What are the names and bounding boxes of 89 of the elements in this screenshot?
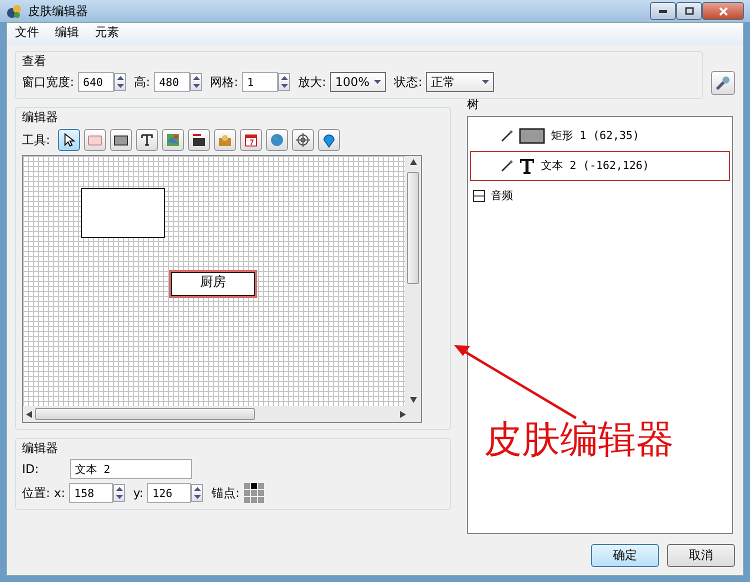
minimize-button[interactable] bbox=[650, 2, 676, 20]
spin-button[interactable] bbox=[190, 73, 202, 92]
rectangle-element[interactable] bbox=[81, 188, 165, 238]
grid-field[interactable]: 1 bbox=[242, 72, 278, 92]
group-title: 树 bbox=[467, 97, 480, 112]
pin-tool[interactable] bbox=[318, 128, 340, 151]
height-field[interactable]: 480 bbox=[154, 72, 190, 92]
field-label: 位置: bbox=[22, 486, 50, 500]
state-dropdown[interactable]: 正常 bbox=[426, 72, 494, 92]
up-arrow-icon bbox=[192, 76, 200, 80]
maximize-button[interactable] bbox=[676, 2, 702, 20]
settings-button[interactable] bbox=[711, 71, 735, 96]
scroll-right-icon bbox=[400, 410, 406, 418]
down-arrow-icon bbox=[192, 84, 200, 88]
brush-icon bbox=[501, 160, 513, 172]
down-arrow-icon bbox=[280, 84, 288, 88]
rectangle-icon bbox=[519, 128, 545, 144]
up-arrow-icon bbox=[280, 76, 288, 80]
target-tool[interactable] bbox=[292, 128, 314, 151]
caret-icon bbox=[374, 80, 382, 84]
tree-item[interactable]: 矩形 1 (62,35) bbox=[470, 120, 730, 151]
menu-item[interactable]: 编辑 bbox=[55, 25, 79, 43]
up-arrow-icon bbox=[116, 487, 123, 492]
spin-button[interactable] bbox=[278, 73, 290, 92]
scroll-left-icon bbox=[26, 410, 32, 418]
wrench-icon bbox=[715, 75, 731, 92]
tree-item[interactable]: 文本 2 (-162,126) bbox=[470, 150, 730, 181]
field-label: 锚点: bbox=[211, 486, 240, 500]
down-arrow-icon bbox=[116, 495, 123, 500]
horizontal-scrollbar[interactable] bbox=[23, 406, 421, 422]
collapse-icon[interactable] bbox=[473, 190, 485, 202]
width-field[interactable]: 640 bbox=[78, 72, 114, 92]
up-arrow-icon bbox=[194, 487, 201, 492]
cancel-button[interactable]: 取消 bbox=[667, 544, 735, 567]
group-title: 编辑器 bbox=[22, 440, 59, 456]
image-icon bbox=[165, 132, 182, 148]
field-label: 高: bbox=[134, 75, 150, 90]
spin-button[interactable] bbox=[113, 484, 126, 502]
pointer-tool[interactable] bbox=[58, 128, 80, 151]
close-icon bbox=[718, 6, 728, 16]
text-icon bbox=[139, 132, 156, 148]
y-field[interactable]: 126 bbox=[147, 483, 192, 504]
field-label: y: bbox=[133, 486, 144, 500]
picture-tool[interactable] bbox=[188, 128, 210, 151]
field-label: 窗口宽度: bbox=[22, 75, 74, 90]
field-label: 网格: bbox=[210, 75, 238, 90]
menu-item[interactable]: 元素 bbox=[95, 25, 119, 43]
brush-icon bbox=[501, 130, 513, 142]
field-label: 状态: bbox=[394, 75, 422, 90]
target-icon bbox=[295, 132, 312, 148]
group-title: 查看 bbox=[22, 54, 47, 68]
toolbar-label: 工具: bbox=[22, 132, 50, 147]
text-element[interactable]: 厨房 bbox=[171, 272, 255, 296]
caret-icon bbox=[482, 80, 490, 84]
spin-button[interactable] bbox=[114, 73, 126, 92]
minimize-icon bbox=[659, 10, 667, 12]
zoom-dropdown[interactable]: 100% bbox=[330, 72, 386, 92]
panel-tool[interactable] bbox=[110, 128, 132, 151]
globe-icon bbox=[269, 132, 286, 148]
vertical-scrollbar[interactable] bbox=[405, 156, 421, 406]
anchor-point[interactable] bbox=[250, 483, 257, 490]
spin-button[interactable] bbox=[191, 484, 204, 502]
window-title: 皮肤编辑器 bbox=[28, 4, 89, 18]
field-label: 放大: bbox=[298, 75, 326, 90]
pin-icon bbox=[321, 132, 338, 148]
close-button[interactable] bbox=[702, 2, 744, 20]
down-arrow-icon bbox=[194, 495, 201, 500]
id-field[interactable]: 文本 2 bbox=[70, 459, 192, 480]
image-tool[interactable] bbox=[162, 128, 184, 151]
text-icon bbox=[519, 156, 535, 175]
scroll-down-icon bbox=[410, 397, 416, 404]
tree-item[interactable]: 音频 bbox=[470, 180, 730, 211]
ok-button[interactable]: 确定 bbox=[591, 544, 659, 567]
picture-icon bbox=[191, 132, 208, 148]
globe-tool[interactable] bbox=[266, 128, 288, 151]
menu-item[interactable]: 文件 bbox=[15, 25, 39, 43]
x-field[interactable]: 158 bbox=[69, 483, 114, 504]
maximize-icon bbox=[684, 7, 694, 15]
scroll-up-icon bbox=[410, 158, 416, 165]
app-icon bbox=[6, 3, 22, 19]
group-title: 编辑器 bbox=[22, 110, 59, 125]
text-tool[interactable] bbox=[136, 128, 158, 151]
annotation-text: 皮肤编辑器 bbox=[484, 420, 674, 458]
field-label: ID: bbox=[22, 462, 40, 476]
up-arrow-icon bbox=[116, 76, 124, 80]
calendar-icon bbox=[243, 132, 260, 148]
calendar-tool[interactable] bbox=[240, 128, 262, 151]
down-arrow-icon bbox=[116, 84, 124, 88]
field-label: x: bbox=[54, 486, 66, 500]
